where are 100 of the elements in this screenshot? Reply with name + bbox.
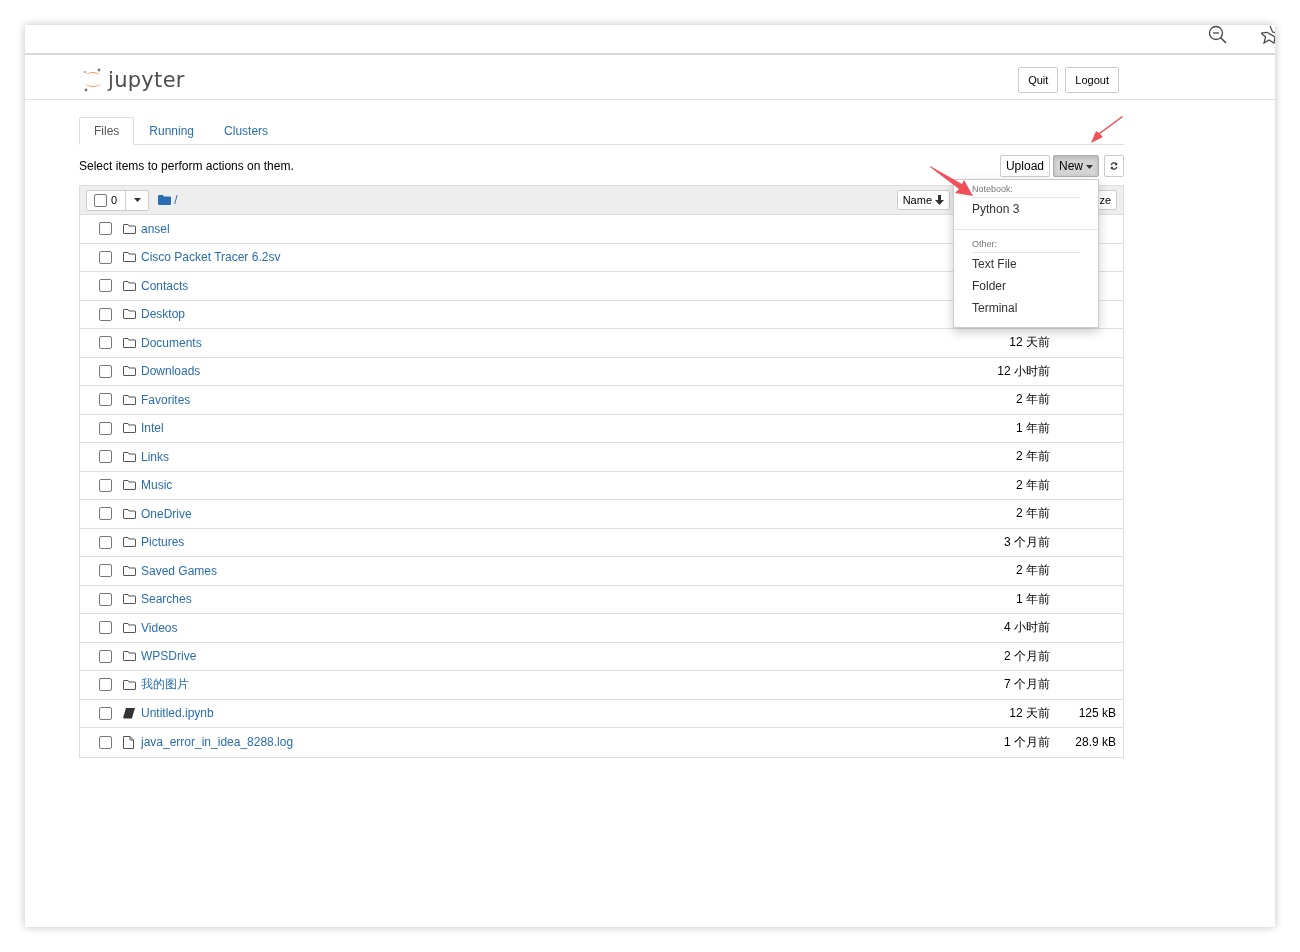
folder-icon [123,508,136,519]
file-link[interactable]: 我的图片 [141,676,189,694]
jupyter-logo[interactable]: jupyter [82,67,185,93]
folder-icon [123,537,136,548]
refresh-button[interactable] [1104,155,1124,177]
file-link[interactable]: Desktop [141,307,186,322]
tab[interactable]: Clusters [209,117,284,145]
row-checkbox[interactable] [99,621,112,635]
folder-icon [123,423,136,434]
row-checkbox[interactable] [99,478,112,492]
file-link[interactable]: Links [141,449,169,464]
book-icon [123,707,135,719]
menu-header: Notebook: [972,182,1080,198]
row-checkbox[interactable] [99,507,112,521]
file-link[interactable]: Music [141,478,173,493]
modified-time: 1 年前 [1016,419,1050,437]
select-all-dropdown[interactable]: 0 [86,189,150,211]
modified-time: 4 小时前 [1004,619,1050,637]
row-checkbox[interactable] [99,649,112,663]
file-link[interactable]: Downloads [141,364,201,379]
file-link[interactable]: Favorites [141,392,191,407]
tab[interactable]: Running [134,117,210,145]
file-size: 125 kB [1078,706,1116,721]
modified-time: 2 个月前 [1004,647,1050,665]
row-checkbox[interactable] [99,535,112,549]
row-checkbox[interactable] [99,393,112,407]
modified-time: 12 天前 [1009,704,1050,722]
sort-name-button[interactable]: Name [896,190,950,210]
modified-time: 12 天前 [1009,334,1050,352]
select-all-checkbox[interactable] [94,193,107,207]
new-button[interactable]: New [1053,155,1099,177]
file-link[interactable]: Documents [141,335,202,350]
row-checkbox[interactable] [99,336,112,350]
selected-count: 0 [111,194,119,206]
file-size: 28.9 kB [1075,735,1116,750]
row-checkbox[interactable] [99,592,112,606]
upload-button[interactable]: Upload [999,155,1050,177]
row-checkbox[interactable] [99,307,112,321]
menu-item[interactable]: Folder [954,275,1098,297]
hint-text: Select items to perform actions on them. [79,159,294,173]
star-icon[interactable] [1261,25,1275,44]
modified-time: 2 年前 [1016,505,1050,523]
folder-icon [123,451,136,462]
folder-icon [123,394,136,405]
folder-icon [123,565,136,576]
file-link[interactable]: Cisco Packet Tracer 6.2sv [141,250,281,265]
logout-button[interactable]: Logout [1065,67,1119,93]
folder-icon [158,195,172,205]
row-checkbox[interactable] [99,450,112,464]
row-checkbox[interactable] [99,421,112,435]
zoom-out-icon[interactable] [1208,25,1228,45]
menu-item[interactable]: Text File [954,253,1098,275]
arrow-down-icon [935,195,944,205]
file-link[interactable]: java_error_in_idea_8288.log [141,735,294,750]
row-checkbox[interactable] [99,678,112,692]
file-link[interactable]: Searches [141,592,192,607]
menu-item[interactable]: Terminal [954,297,1098,319]
caret-icon [1086,164,1093,169]
folder-icon [123,252,136,263]
folder-icon [123,622,136,633]
menu-header: Other: [972,237,1080,253]
file-link[interactable]: ansel [141,221,170,236]
file-link[interactable]: Intel [141,421,164,436]
row-checkbox[interactable] [99,222,112,236]
row-checkbox[interactable] [99,279,112,293]
modified-time: 2 年前 [1016,391,1050,409]
annotation-arrow [1090,116,1124,144]
row-checkbox[interactable] [99,250,112,264]
row-checkbox[interactable] [99,564,112,578]
folder-icon [123,280,136,291]
file-link[interactable]: Untitled.ipynb [141,706,214,721]
refresh-icon [1110,161,1118,171]
row-checkbox[interactable] [99,706,112,720]
file-link[interactable]: WPSDrive [141,649,197,664]
modified-time: 1 年前 [1016,590,1050,608]
file-link[interactable]: Videos [141,620,178,635]
file-link[interactable]: OneDrive [141,506,192,521]
folder-icon [123,651,136,662]
folder-icon [123,366,136,377]
modified-time: 2 年前 [1016,562,1050,580]
file-link[interactable]: Saved Games [141,563,218,578]
folder-icon [123,309,136,320]
modified-time: 3 个月前 [1004,533,1050,551]
row-checkbox[interactable] [99,364,112,378]
tab[interactable]: Files [79,117,135,145]
row-checkbox[interactable] [99,735,112,749]
annotation-arrow [930,165,974,197]
menu-item[interactable]: Python 3 [954,198,1098,220]
file-link[interactable]: Pictures [141,535,185,550]
caret-icon [133,198,141,202]
file-link[interactable]: Contacts [141,278,189,293]
modified-time: 2 年前 [1016,476,1050,494]
folder-icon [123,594,136,605]
file-icon [123,735,134,749]
folder-icon [123,223,136,234]
quit-button[interactable]: Quit [1018,67,1059,93]
folder-icon [123,480,136,491]
breadcrumb-link[interactable]: / [174,193,178,207]
folder-icon [123,337,136,348]
folder-icon [123,679,136,690]
